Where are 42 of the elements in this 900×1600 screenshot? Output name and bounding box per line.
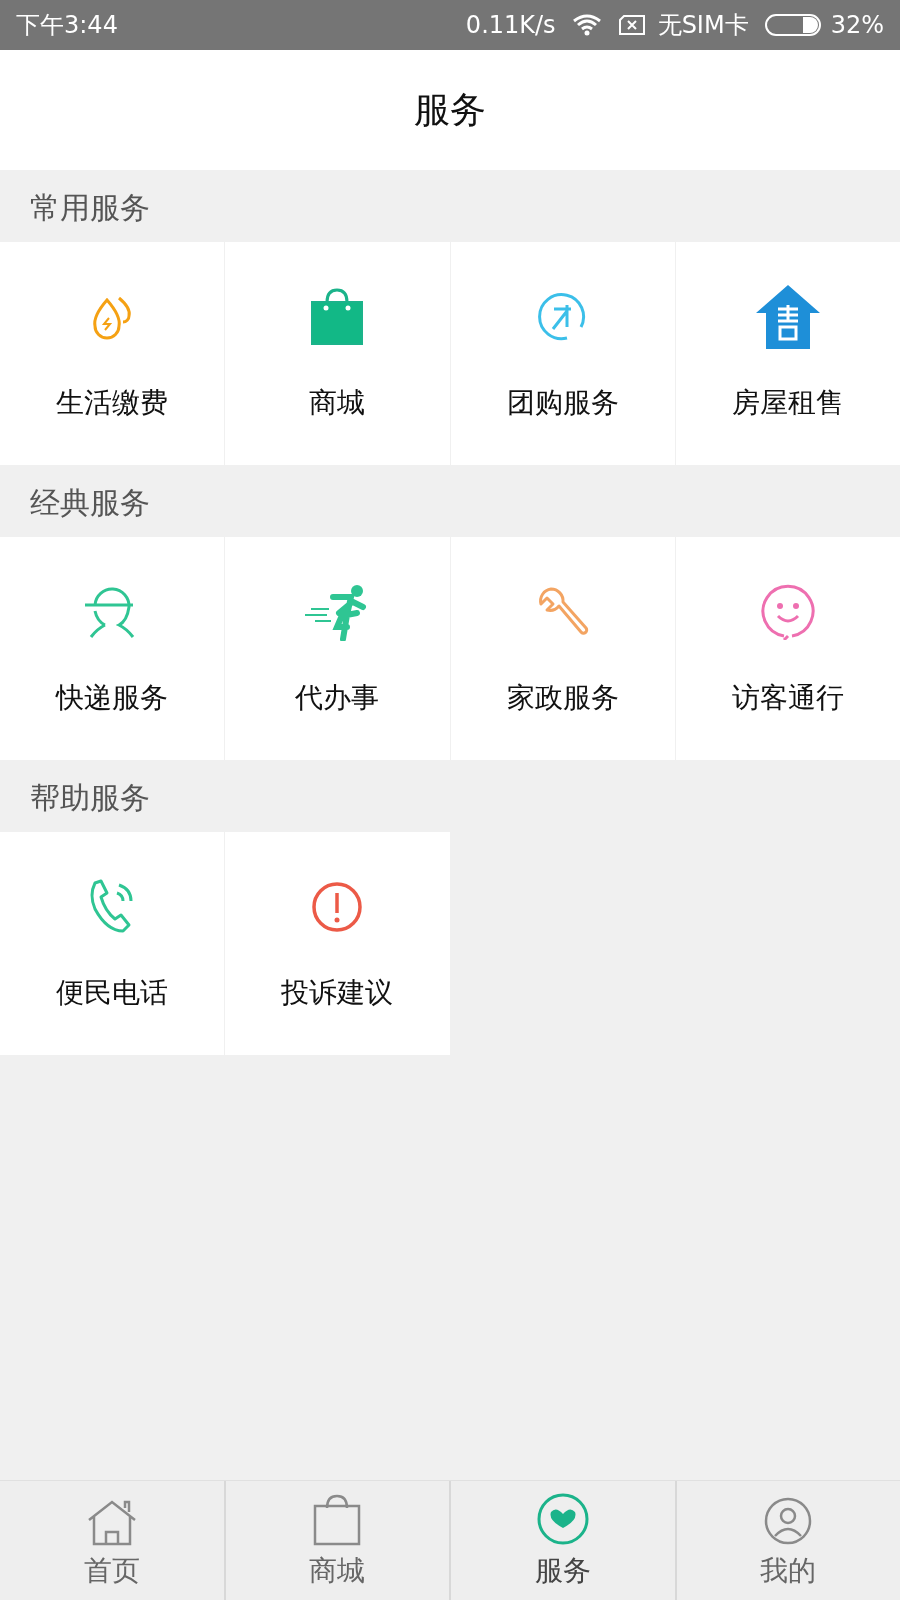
service-tile[interactable]: 家政服务 [450, 537, 675, 760]
battery-icon [764, 13, 823, 37]
shopping-bag-icon [313, 1493, 362, 1546]
service-label: 快递服务 [56, 680, 169, 716]
nav-tab[interactable]: 商城 [223, 1481, 449, 1600]
service-tile[interactable]: 便民电话 [0, 832, 225, 1055]
page-title: 服务 [414, 88, 486, 132]
wifi-icon [571, 13, 602, 37]
service-label: 生活缴费 [56, 385, 169, 421]
network-speed: 0.11K/s [465, 10, 556, 41]
section-title: 常用服务 [30, 189, 150, 227]
warning-icon [311, 881, 364, 933]
heart-circle-icon [535, 1491, 590, 1546]
service-label: 团购服务 [506, 385, 619, 421]
sim-icon [617, 14, 646, 36]
service-tile[interactable]: 快递服务 [0, 537, 225, 760]
battery-percent: 32% [830, 10, 884, 41]
service-tile[interactable]: 商城 [225, 242, 450, 465]
service-tile[interactable]: 团购服务 [450, 242, 675, 465]
service-tile[interactable]: 投诉建议 [225, 832, 450, 1055]
service-tile[interactable]: 房屋租售 [675, 242, 900, 465]
nav-tab[interactable]: 我的 [674, 1481, 900, 1600]
service-label: 投诉建议 [281, 975, 394, 1011]
service-label: 家政服务 [506, 680, 619, 716]
service-label: 便民电话 [56, 975, 169, 1011]
service-label: 代办事 [295, 680, 380, 716]
nav-tab[interactable]: 首页 [0, 1481, 224, 1600]
status-time: 下午3:44 [16, 10, 118, 41]
nav-tab[interactable]: 服务 [449, 1481, 675, 1600]
service-tile[interactable]: 生活缴费 [0, 242, 225, 465]
shopping-bag-icon [310, 288, 365, 346]
service-tile[interactable]: 代办事 [225, 537, 450, 760]
service-label: 访客通行 [731, 680, 844, 716]
service-tile[interactable]: 访客通行 [675, 537, 900, 760]
wrench-icon [536, 586, 589, 638]
smiley-icon [759, 584, 816, 640]
person-circle-icon [763, 1495, 814, 1546]
section-title: 帮助服务 [30, 779, 150, 817]
section-title: 经典服务 [30, 484, 150, 522]
service-label: 房屋租售 [731, 385, 844, 421]
service-label: 商城 [309, 385, 366, 421]
sim-status: 无SIM卡 [657, 10, 749, 41]
